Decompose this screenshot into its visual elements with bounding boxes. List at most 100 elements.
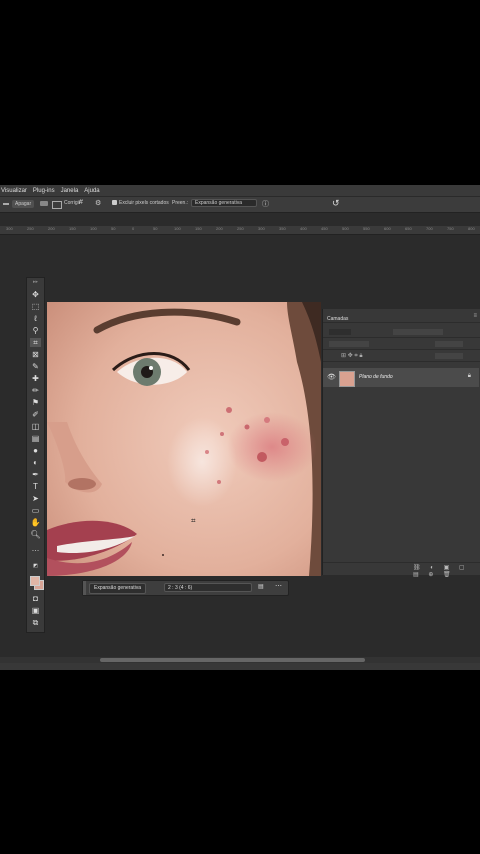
screen-mode-icon[interactable]: ▣	[30, 606, 41, 615]
gear-icon[interactable]: ⚙	[95, 199, 101, 207]
options-bar: Apagar Corrigir # ⚙ Excluir pixels corta…	[0, 196, 480, 213]
lock-icon[interactable]: 🔒︎	[468, 373, 471, 380]
zoom-tool-icon[interactable]: 🔍︎	[30, 530, 41, 539]
brush-tool-icon[interactable]: ✏	[30, 386, 41, 395]
ruler-tick: 500	[342, 226, 349, 231]
blend-mode-select[interactable]	[329, 341, 369, 347]
layers-tab[interactable]: Camadas	[327, 316, 348, 322]
menu-janela[interactable]: Janela	[61, 188, 79, 194]
lock-row: ⊞ ✥ ⌗ 🔒︎	[323, 351, 480, 362]
checkbox-icon	[112, 200, 117, 206]
tools-panel: ▸▸ ✥ ⬚ ℓ ⚲ ⌗ ⊠ ✎ ✚ ✏ ⚑ ✐ ◫ ▤ ● ◐ ✒ T ➤ ▭…	[26, 277, 45, 633]
marquee-tool-icon[interactable]: ⬚	[30, 302, 41, 311]
blur-tool-icon[interactable]: ●	[30, 446, 41, 455]
eraser-tool-icon[interactable]: ◫	[30, 422, 41, 431]
blend-mode-row	[323, 339, 480, 350]
healing-brush-tool-icon[interactable]: ✚	[30, 374, 41, 383]
ruler-tick: 750	[447, 226, 454, 231]
ratio-options-icon[interactable]: ▤	[258, 583, 264, 590]
task-bar-grip[interactable]	[83, 581, 86, 595]
ruler-tick: 400	[300, 226, 307, 231]
more-tools-icon[interactable]: …	[30, 544, 41, 553]
ruler-tick: 100	[90, 226, 97, 231]
fill-label: Preen.:	[172, 200, 189, 206]
lock-icons[interactable]: ⊞ ✥ ⌗ 🔒︎	[341, 352, 363, 360]
ruler-tick: 150	[195, 226, 202, 231]
type-tool-icon[interactable]: T	[30, 482, 41, 491]
move-tool-icon[interactable]: ✥	[30, 290, 41, 299]
layer-filter-search[interactable]	[329, 329, 351, 335]
undo-icon[interactable]: ↺	[332, 198, 340, 209]
panel-menu-icon[interactable]: ≡	[473, 313, 477, 319]
straighten-label[interactable]: Corrigir	[64, 200, 80, 206]
ruler-tick: 450	[321, 226, 328, 231]
crop-tool-icon[interactable]: ⌗	[30, 338, 41, 347]
edit-toolbar-icon[interactable]: ⧉	[30, 618, 41, 627]
ruler-tick: 200	[48, 226, 55, 231]
ruler-tick: 150	[69, 226, 76, 231]
quick-mask-icon[interactable]: ◘	[30, 594, 41, 603]
menu-visualizar[interactable]: Visualizar	[1, 188, 27, 194]
generative-expand-label: Expansão generativa	[94, 585, 141, 591]
menu-bar: Visualizar Plug-ins Janela Ajuda	[0, 185, 480, 196]
grid-overlay-icon[interactable]: #	[79, 199, 83, 206]
eye-icon[interactable]: 👁︎	[327, 373, 336, 381]
frame-tool-icon[interactable]: ⊠	[30, 350, 41, 359]
ruler-tick: 200	[216, 226, 223, 231]
history-brush-tool-icon[interactable]: ✐	[30, 410, 41, 419]
delete-cropped-checkbox[interactable]: Excluir pixels cortados	[112, 200, 169, 206]
layer-footer-icons[interactable]: ⛓ ◐ ▣ ▢ ▤ ⊕ 🗑︎	[413, 564, 480, 578]
ruler-tick: 100	[174, 226, 181, 231]
menu-plugins[interactable]: Plug-ins	[33, 188, 55, 194]
options-divider	[3, 203, 9, 205]
dodge-tool-icon[interactable]: ◐	[30, 458, 41, 467]
panel-footer: ⛓ ◐ ▣ ▢ ▤ ⊕ 🗑︎	[323, 562, 480, 578]
layer-name[interactable]: Plano de fundo	[359, 374, 393, 380]
horizontal-ruler: 300 250 200 150 100 50 0 50 100 150 200 …	[0, 226, 480, 235]
photoshop-window: Visualizar Plug-ins Janela Ajuda Apagar …	[0, 185, 480, 670]
straighten-icon[interactable]	[52, 201, 62, 209]
layer-filter-row	[323, 327, 480, 338]
layer-filter-icons[interactable]	[393, 329, 443, 335]
ruler-tick: 250	[27, 226, 34, 231]
ruler-tick: 50	[153, 226, 158, 231]
opacity-field[interactable]	[435, 341, 463, 347]
menu-ajuda[interactable]: Ajuda	[84, 188, 99, 194]
ruler-tick: 800	[468, 226, 475, 231]
layer-row[interactable]: 👁︎ Plano de fundo 🔒︎	[323, 368, 479, 387]
toolbar-grip[interactable]: ▸▸	[30, 278, 41, 287]
default-colors-icon[interactable]: ◩	[30, 562, 41, 571]
eyedropper-tool-icon[interactable]: ✎	[30, 362, 41, 371]
fill-field[interactable]	[435, 353, 463, 359]
layer-thumbnail	[339, 371, 355, 387]
object-select-tool-icon[interactable]: ⚲	[30, 326, 41, 335]
more-options-icon[interactable]: ⋯	[275, 582, 282, 590]
gradient-tool-icon[interactable]: ▤	[30, 434, 41, 443]
generative-expand-button[interactable]: Expansão generativa	[89, 583, 146, 594]
aspect-ratio-select[interactable]: 2 : 3 (4 : 6)	[164, 583, 252, 592]
ruler-tick: 650	[405, 226, 412, 231]
rectangle-tool-icon[interactable]: ▭	[30, 506, 41, 515]
ruler-tick: 250	[237, 226, 244, 231]
clone-stamp-tool-icon[interactable]: ⚑	[30, 398, 41, 407]
lasso-tool-icon[interactable]: ℓ	[30, 314, 41, 323]
path-select-tool-icon[interactable]: ➤	[30, 494, 41, 503]
ruler-tick: 350	[279, 226, 286, 231]
pen-tool-icon[interactable]: ✒	[30, 470, 41, 479]
ruler-tick: 700	[426, 226, 433, 231]
document-canvas[interactable]: ⌗	[47, 302, 321, 576]
ruler-tick: 300	[6, 226, 13, 231]
swap-icon[interactable]	[40, 201, 48, 206]
clear-button[interactable]: Apagar	[12, 200, 35, 208]
ruler-tick: 300	[258, 226, 265, 231]
info-icon[interactable]: ⓘ	[262, 199, 269, 209]
portrait-photo	[47, 302, 321, 576]
ruler-tick: 550	[363, 226, 370, 231]
fill-select[interactable]: Expansão generativa	[191, 199, 257, 207]
ruler-tick: 600	[384, 226, 391, 231]
hand-tool-icon[interactable]: ✋	[30, 518, 41, 527]
scrollbar-thumb[interactable]	[100, 658, 365, 662]
foreground-color-swatch[interactable]	[30, 576, 40, 586]
ruler-tick: 50	[111, 226, 116, 231]
crop-cursor-icon: ⌗	[191, 516, 196, 525]
